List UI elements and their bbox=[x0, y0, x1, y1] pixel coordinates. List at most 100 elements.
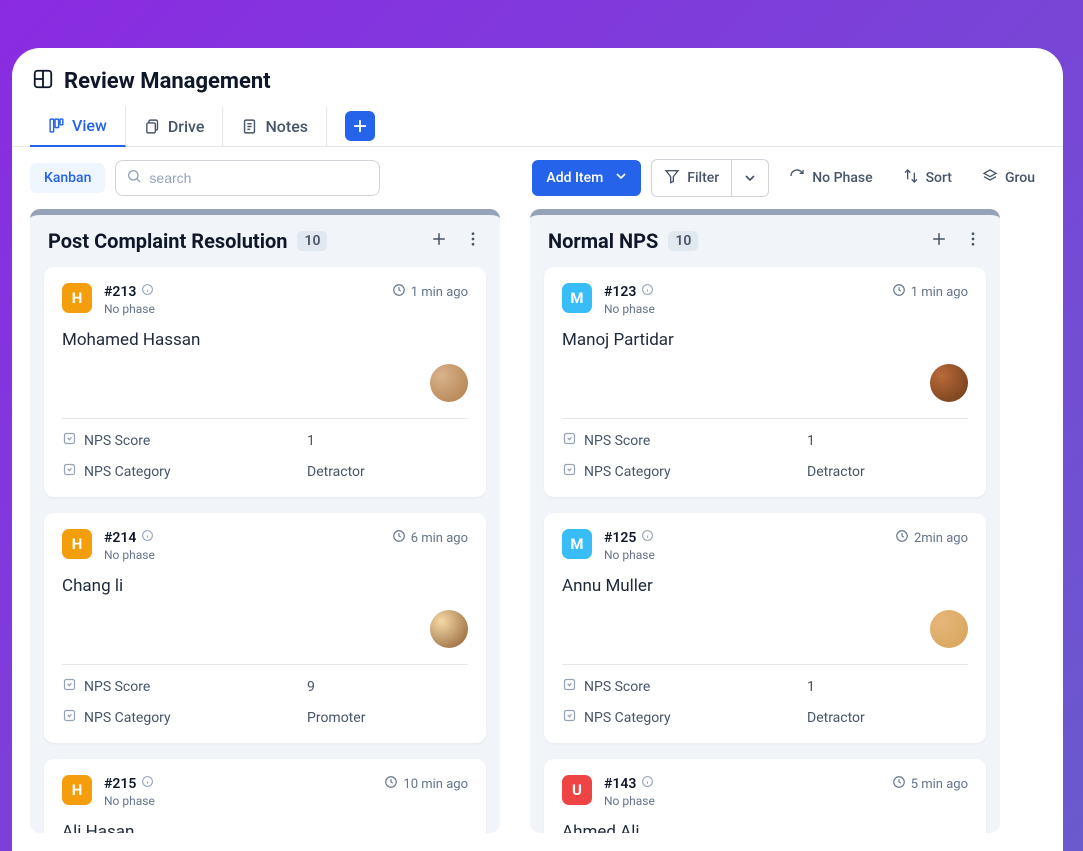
card-phase: No phase bbox=[104, 548, 155, 562]
clock-icon bbox=[892, 283, 906, 301]
kanban-card[interactable]: H #215 No phase 10 min ago Ali Hasan bbox=[44, 759, 486, 833]
detail-row-nps-category: NPS Category Detractor bbox=[62, 462, 468, 481]
detail-value-nps-score: 1 bbox=[807, 433, 815, 449]
card-name: Annu Muller bbox=[562, 576, 968, 596]
card-phase: No phase bbox=[104, 794, 155, 808]
card-name: Manoj Partidar bbox=[562, 330, 968, 350]
detail-row-nps-score: NPS Score 1 bbox=[562, 431, 968, 450]
detail-value-nps-category: Detractor bbox=[307, 464, 365, 480]
info-icon[interactable] bbox=[641, 283, 654, 300]
kanban-card[interactable]: M #125 No phase 2min ago Annu Muller bbox=[544, 513, 986, 743]
kanban-chip[interactable]: Kanban bbox=[30, 163, 105, 193]
info-icon[interactable] bbox=[141, 283, 154, 300]
column-header: Post Complaint Resolution 10 bbox=[30, 215, 500, 267]
filter-button[interactable]: Filter bbox=[651, 159, 732, 197]
card-avatar: H bbox=[62, 775, 92, 805]
toolbar: Kanban Add Item Filter bbox=[12, 147, 1063, 209]
card-phase: No phase bbox=[604, 548, 655, 562]
assignee-avatar[interactable] bbox=[430, 364, 468, 402]
detail-row-nps-score: NPS Score 9 bbox=[62, 677, 468, 696]
kanban-column: Normal NPS 10 M #123 No phase 1 bbox=[530, 209, 1000, 833]
refresh-icon bbox=[789, 168, 805, 188]
card-name: Ahmed Ali bbox=[562, 822, 968, 833]
kanban-card[interactable]: U #143 No phase 5 min ago Ahmed Ali bbox=[544, 759, 986, 833]
group-button[interactable]: Grou bbox=[972, 160, 1045, 196]
kanban-card[interactable]: M #123 No phase 1 min ago Manoj Partidar bbox=[544, 267, 986, 497]
clock-icon bbox=[392, 529, 406, 547]
kanban-card[interactable]: H #214 No phase 6 min ago Chang li bbox=[44, 513, 486, 743]
card-time: 2min ago bbox=[895, 529, 968, 547]
column-add-button[interactable] bbox=[930, 230, 948, 252]
column-menu-button[interactable] bbox=[464, 230, 482, 252]
column-menu-button[interactable] bbox=[964, 230, 982, 252]
layers-icon bbox=[982, 168, 998, 188]
detail-value-nps-category: Detractor bbox=[807, 464, 865, 480]
add-item-label: Add Item bbox=[546, 170, 603, 186]
card-name: Ali Hasan bbox=[62, 822, 468, 833]
no-phase-button[interactable]: No Phase bbox=[779, 160, 882, 196]
detail-row-nps-category: NPS Category Detractor bbox=[562, 708, 968, 727]
card-id: #213 bbox=[104, 284, 136, 300]
group-label: Grou bbox=[1005, 170, 1035, 186]
card-id: #214 bbox=[104, 530, 136, 546]
kanban-card[interactable]: H #213 No phase 1 min ago Mohamed Hassan bbox=[44, 267, 486, 497]
checkbox-icon bbox=[562, 677, 577, 696]
checkbox-icon bbox=[562, 708, 577, 727]
page-header: Review Management bbox=[12, 48, 1063, 106]
column-count: 10 bbox=[297, 231, 327, 251]
assignee-avatar[interactable] bbox=[430, 610, 468, 648]
column-count: 10 bbox=[668, 231, 698, 251]
card-avatar: H bbox=[62, 283, 92, 313]
detail-label: NPS Score bbox=[584, 679, 650, 695]
search-wrap bbox=[115, 160, 380, 196]
tab-notes[interactable]: Notes bbox=[223, 107, 327, 146]
info-icon[interactable] bbox=[641, 529, 654, 546]
add-item-button[interactable]: Add Item bbox=[532, 160, 641, 196]
board-icon bbox=[32, 68, 54, 94]
card-id: #143 bbox=[604, 776, 636, 792]
tab-view-label: View bbox=[72, 116, 107, 135]
detail-label: NPS Score bbox=[84, 433, 150, 449]
add-tab-button[interactable] bbox=[345, 111, 375, 141]
info-icon[interactable] bbox=[141, 529, 154, 546]
card-assignee bbox=[562, 610, 968, 648]
info-icon[interactable] bbox=[641, 775, 654, 792]
card-avatar: U bbox=[562, 775, 592, 805]
card-id: #123 bbox=[604, 284, 636, 300]
detail-row-nps-score: NPS Score 1 bbox=[62, 431, 468, 450]
detail-label: NPS Category bbox=[84, 710, 171, 726]
card-phase: No phase bbox=[104, 302, 155, 316]
card-details: NPS Score 1 NPS Category Detractor bbox=[562, 664, 968, 727]
tab-drive-label: Drive bbox=[168, 117, 205, 136]
card-phase: No phase bbox=[604, 302, 655, 316]
search-input[interactable] bbox=[149, 170, 369, 186]
tab-notes-label: Notes bbox=[265, 117, 308, 136]
card-assignee bbox=[62, 364, 468, 402]
card-details: NPS Score 1 NPS Category Detractor bbox=[562, 418, 968, 481]
card-avatar: M bbox=[562, 283, 592, 313]
clock-icon bbox=[384, 775, 398, 793]
column-header: Normal NPS 10 bbox=[530, 215, 1000, 267]
assignee-avatar[interactable] bbox=[930, 610, 968, 648]
assignee-avatar[interactable] bbox=[930, 364, 968, 402]
checkbox-icon bbox=[562, 462, 577, 481]
tab-drive[interactable]: Drive bbox=[126, 107, 224, 146]
detail-value-nps-category: Detractor bbox=[807, 710, 865, 726]
card-avatar: M bbox=[562, 529, 592, 559]
column-add-button[interactable] bbox=[430, 230, 448, 252]
tabs: View Drive Notes bbox=[12, 106, 1063, 147]
info-icon[interactable] bbox=[141, 775, 154, 792]
chevron-down-icon bbox=[613, 168, 629, 188]
sort-label: Sort bbox=[926, 170, 952, 186]
sort-button[interactable]: Sort bbox=[893, 160, 962, 196]
tab-view[interactable]: View bbox=[30, 106, 126, 147]
checkbox-icon bbox=[562, 431, 577, 450]
clock-icon bbox=[392, 283, 406, 301]
column-body: H #213 No phase 1 min ago Mohamed Hassan bbox=[30, 267, 500, 833]
card-phase: No phase bbox=[604, 794, 655, 808]
filter-dropdown-button[interactable] bbox=[732, 159, 769, 197]
kanban-column: Post Complaint Resolution 10 H #213 No p… bbox=[30, 209, 500, 833]
card-id: #125 bbox=[604, 530, 636, 546]
detail-label: NPS Score bbox=[84, 679, 150, 695]
checkbox-icon bbox=[62, 677, 77, 696]
